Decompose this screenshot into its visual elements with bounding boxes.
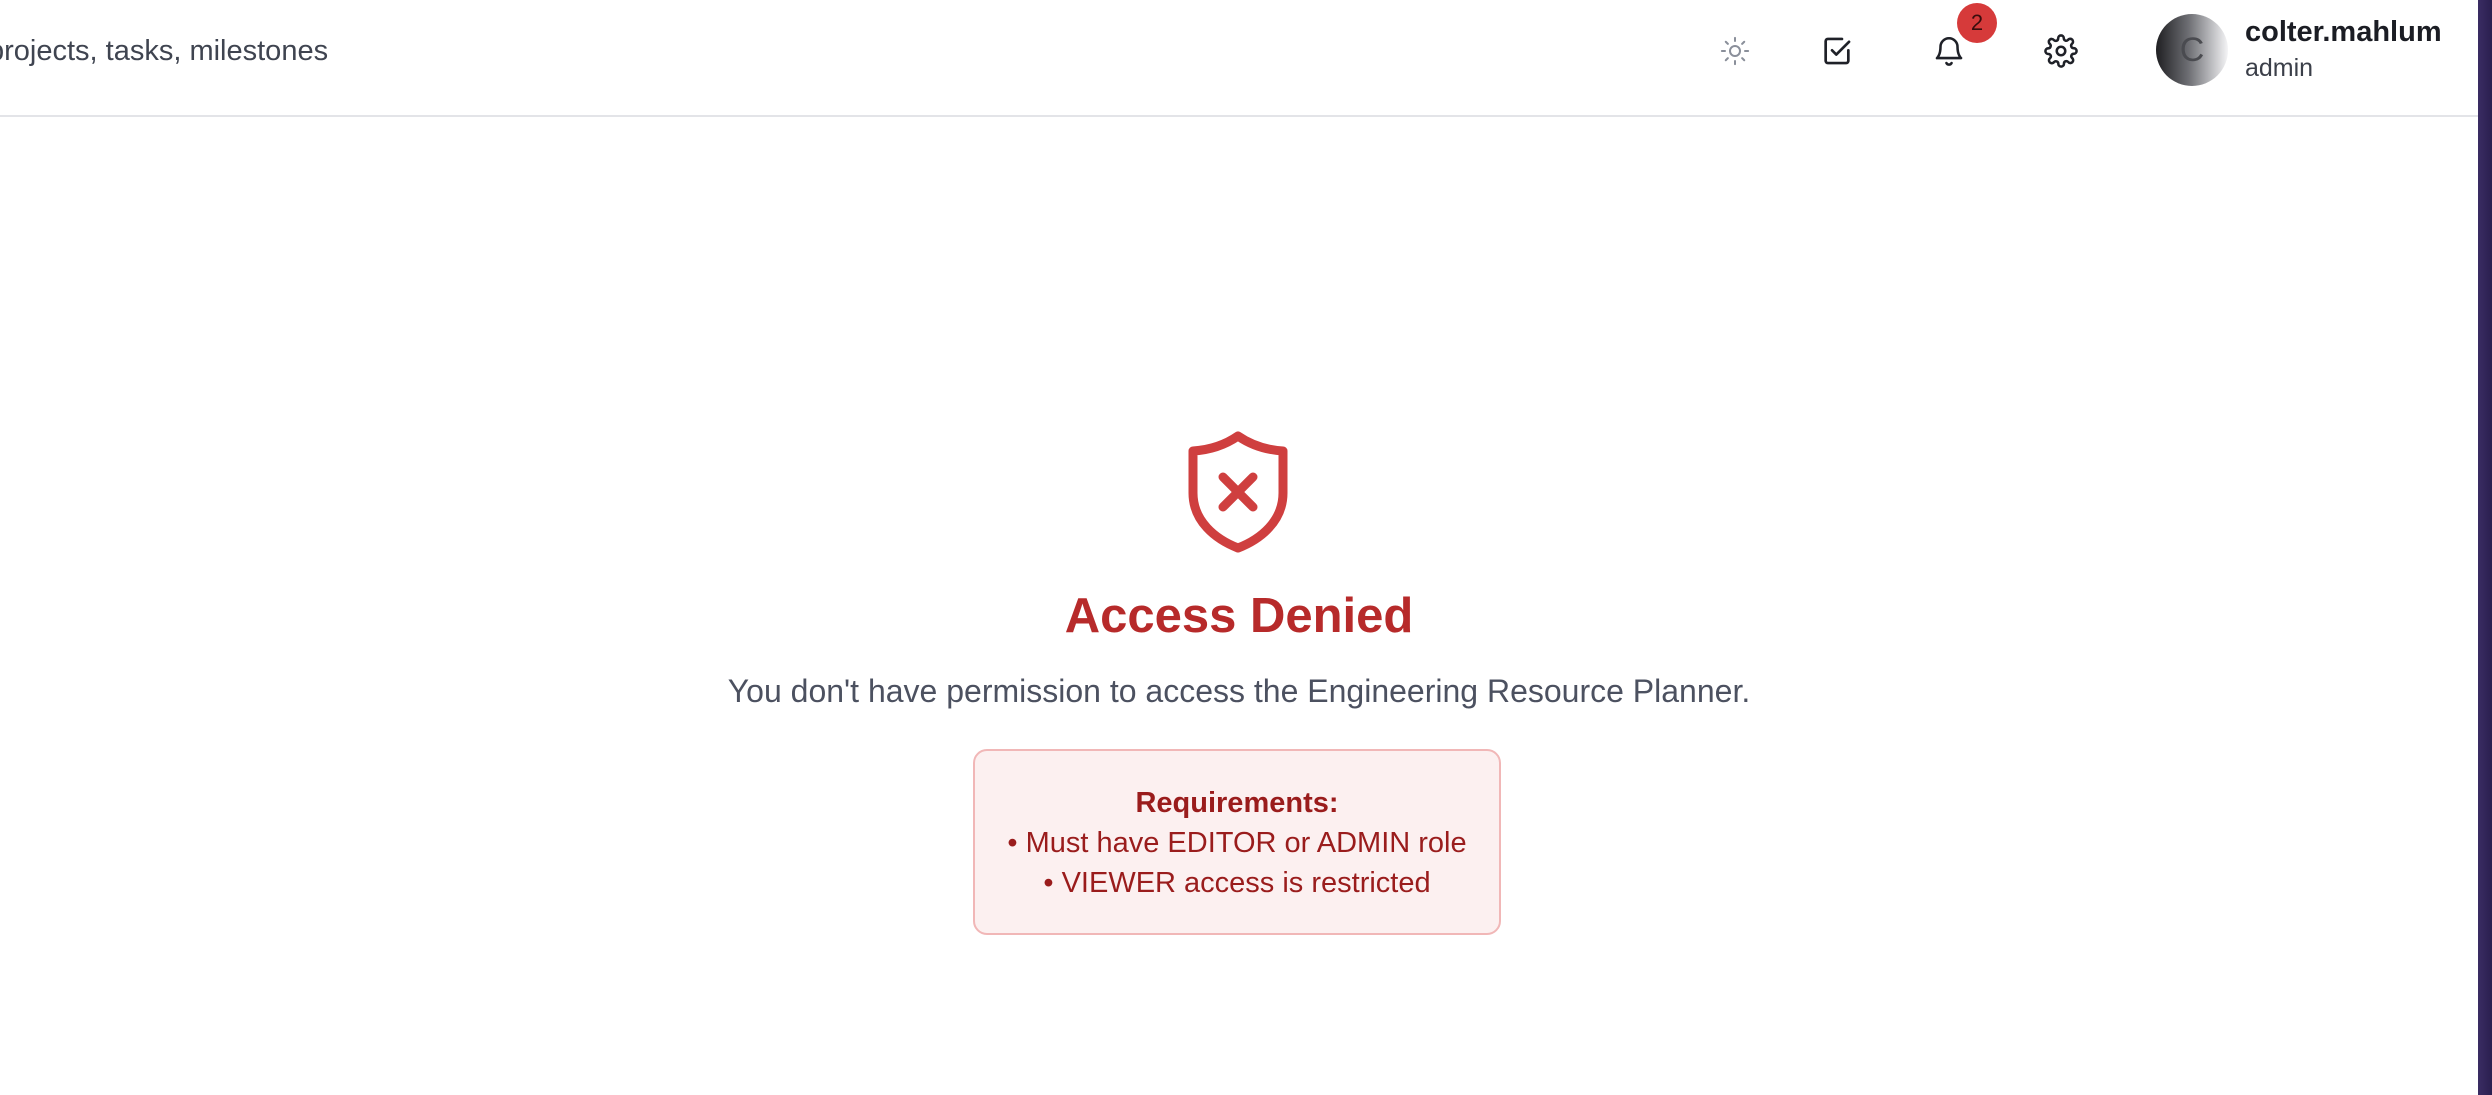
permission-message: You don't have permission to access the … xyxy=(727,673,1751,709)
requirement-item: • VIEWER access is restricted xyxy=(1043,867,1431,899)
bell-icon xyxy=(1935,37,1963,66)
requirement-item: • Must have EDITOR or ADMIN role xyxy=(1007,827,1467,859)
requirements-title: Requirements: xyxy=(1135,787,1339,819)
settings-button[interactable] xyxy=(2037,27,2085,75)
shield-x-icon xyxy=(1188,431,1288,553)
theme-toggle-button[interactable] xyxy=(1711,27,1759,75)
user-name[interactable]: colter.mahlum xyxy=(2245,16,2442,49)
notification-count-badge: 2 xyxy=(1957,3,1997,43)
avatar-initial: C xyxy=(2179,30,2205,69)
gear-icon xyxy=(2044,34,2078,68)
user-role: admin xyxy=(2245,54,2314,82)
tasks-button[interactable] xyxy=(1813,27,1861,75)
top-bar: 2 C colter.mahlum admin xyxy=(0,0,2478,117)
sun-icon xyxy=(1720,36,1750,66)
page-title: Access Denied xyxy=(1064,589,1414,643)
search-input[interactable] xyxy=(0,28,340,74)
requirements-box: Requirements: • Must have EDITOR or ADMI… xyxy=(973,749,1501,935)
window-edge xyxy=(2478,0,2492,1095)
check-square-icon xyxy=(1824,37,1851,65)
avatar[interactable]: C xyxy=(2156,14,2228,86)
